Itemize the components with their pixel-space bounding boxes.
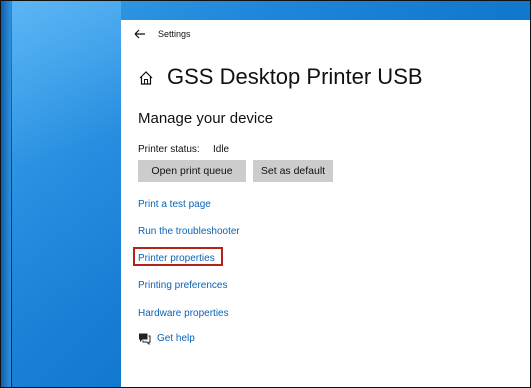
desktop-wallpaper-glow	[11, 1, 121, 387]
run-troubleshooter-link[interactable]: Run the troubleshooter	[138, 226, 240, 237]
printer-status-value: Idle	[213, 144, 230, 155]
section-title: Manage your device	[138, 110, 274, 127]
set-as-default-button[interactable]: Set as default	[253, 160, 333, 182]
printer-status-label: Printer status:	[138, 144, 200, 155]
window-title: Settings	[158, 29, 191, 39]
open-print-queue-button[interactable]: Open print queue	[138, 160, 246, 182]
printing-preferences-link[interactable]: Printing preferences	[138, 280, 228, 291]
get-help-link[interactable]: Get help	[157, 333, 195, 344]
hardware-properties-link[interactable]: Hardware properties	[138, 308, 229, 319]
desktop-frame: Settings GSS Desktop Printer USB Manage …	[0, 0, 531, 388]
chat-help-icon	[139, 333, 151, 345]
title-bar: Settings	[121, 20, 530, 50]
back-arrow-icon[interactable]	[133, 27, 147, 41]
home-icon	[139, 71, 153, 85]
settings-window: Settings GSS Desktop Printer USB Manage …	[121, 20, 530, 387]
printer-properties-link[interactable]: Printer properties	[138, 253, 215, 264]
page-title: GSS Desktop Printer USB	[167, 64, 423, 89]
print-test-page-link[interactable]: Print a test page	[138, 199, 211, 210]
